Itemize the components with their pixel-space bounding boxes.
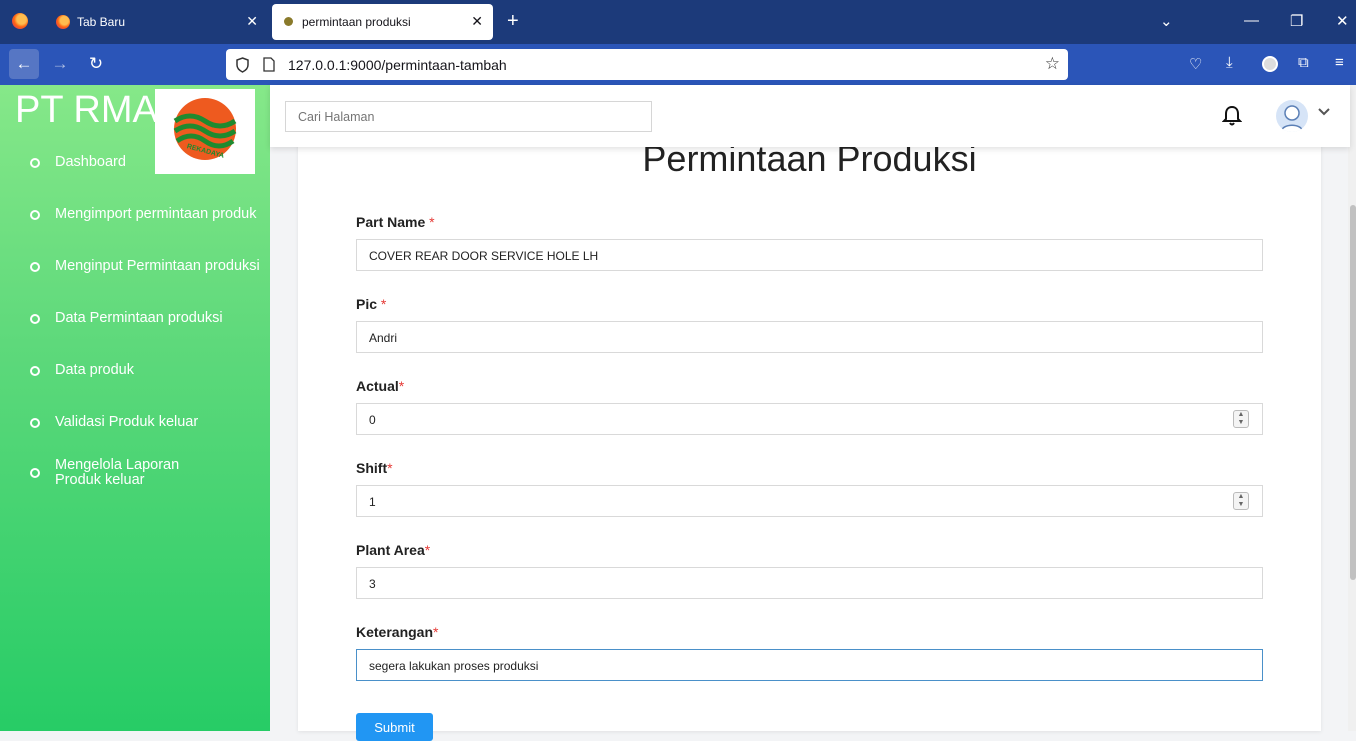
bullet-icon xyxy=(30,468,40,478)
plant-area-label: Plant Area* xyxy=(356,542,431,558)
bell-icon[interactable] xyxy=(1222,105,1242,127)
sidebar-item-validasi[interactable]: Validasi Produk keluar xyxy=(30,414,265,430)
close-tab-icon[interactable]: ✕ xyxy=(246,13,258,30)
shift-value: 1 xyxy=(369,495,376,509)
tab-active[interactable]: permintaan produksi ✕ xyxy=(272,4,493,40)
browser-tab-bar: Tab Baru ✕ permintaan produksi ✕ + ⌄ — ❐… xyxy=(0,0,1356,44)
forward-icon[interactable]: → xyxy=(45,49,75,79)
bullet-icon xyxy=(30,210,40,220)
restore-icon[interactable]: ❐ xyxy=(1290,12,1303,30)
scrollbar-thumb[interactable] xyxy=(1350,205,1356,580)
brand-name: PT RMA xyxy=(15,89,158,131)
part-name-label: Part Name * xyxy=(356,214,435,230)
reload-icon[interactable]: ↻ xyxy=(81,49,111,79)
sidebar-item-label: Data produk xyxy=(55,362,134,378)
account-icon[interactable] xyxy=(1262,56,1278,72)
bullet-icon xyxy=(30,366,40,376)
sidebar-item-label: Data Permintaan produksi xyxy=(55,310,223,326)
pocket-icon[interactable]: ♡ xyxy=(1189,55,1202,73)
new-tab-icon[interactable]: + xyxy=(507,10,519,33)
plant-area-field[interactable]: 3 xyxy=(356,567,1263,599)
sidebar-item-label: Mengelola Laporan Produk keluar xyxy=(55,457,180,488)
page-icon xyxy=(263,57,275,72)
url-bar[interactable]: 127.0.0.1:9000/permintaan-tambah ☆ xyxy=(226,49,1068,80)
number-stepper-icon[interactable]: ▲ ▼ xyxy=(1233,410,1249,428)
favicon-icon xyxy=(284,17,293,26)
shield-icon xyxy=(236,57,249,73)
search-input[interactable] xyxy=(285,101,652,132)
firefox-icon xyxy=(56,15,70,29)
app-header xyxy=(270,85,1350,147)
actual-value: 0 xyxy=(369,413,376,427)
sidebar-item-label: Mengimport permintaan produk xyxy=(55,206,257,222)
form-card: Permintaan Produksi Part Name * COVER RE… xyxy=(298,130,1321,741)
keterangan-field[interactable]: segera lakukan proses produksi xyxy=(356,649,1263,681)
browser-nav-bar: ← → ↻ 127.0.0.1:9000/permintaan-tambah ☆… xyxy=(0,44,1356,85)
tab-new[interactable]: Tab Baru ✕ xyxy=(44,4,268,40)
sidebar-item-label: Menginput Permintaan produksi xyxy=(55,258,260,274)
url-text: 127.0.0.1:9000/permintaan-tambah xyxy=(288,57,507,73)
bullet-icon xyxy=(30,262,40,272)
extensions-icon[interactable]: ⧉ xyxy=(1298,54,1309,71)
sidebar-item-input[interactable]: Menginput Permintaan produksi xyxy=(30,258,265,274)
bullet-icon xyxy=(30,158,40,168)
actual-label: Actual* xyxy=(356,378,405,394)
list-tabs-icon[interactable]: ⌄ xyxy=(1160,12,1173,30)
sidebar-item-dashboard[interactable]: Dashboard xyxy=(30,154,265,170)
close-tab-icon[interactable]: ✕ xyxy=(471,13,483,30)
actual-field[interactable]: 0 ▲ ▼ xyxy=(356,403,1263,435)
tab-title: Tab Baru xyxy=(77,15,126,29)
sidebar-item-data-permintaan[interactable]: Data Permintaan produksi xyxy=(30,310,265,326)
close-window-icon[interactable]: ✕ xyxy=(1336,12,1349,30)
sidebar-item-data-produk[interactable]: Data produk xyxy=(30,362,265,378)
sidebar-item-import[interactable]: Mengimport permintaan produk xyxy=(30,206,265,222)
shift-label: Shift* xyxy=(356,460,393,476)
download-icon[interactable]: ⤓ xyxy=(1226,54,1233,71)
sidebar-item-laporan[interactable]: Mengelola Laporan Produk keluar xyxy=(30,458,210,488)
sidebar: PT RMA REKADAYA Dashboard Mengimport per… xyxy=(0,85,270,731)
pic-label: Pic * xyxy=(356,296,387,312)
sidebar-item-label: Validasi Produk keluar xyxy=(55,414,199,430)
menu-icon[interactable]: ≡ xyxy=(1335,54,1344,71)
submit-button[interactable]: Submit xyxy=(356,713,433,741)
number-stepper-icon[interactable]: ▲ ▼ xyxy=(1233,492,1249,510)
firefox-icon[interactable] xyxy=(12,13,28,29)
shift-field[interactable]: 1 ▲ ▼ xyxy=(356,485,1263,517)
back-icon[interactable]: ← xyxy=(9,49,39,79)
tab-title: permintaan produksi xyxy=(302,15,411,29)
avatar[interactable] xyxy=(1276,100,1308,132)
bullet-icon xyxy=(30,418,40,428)
bullet-icon xyxy=(30,314,40,324)
sidebar-item-label: Dashboard xyxy=(55,154,126,170)
minimize-icon[interactable]: — xyxy=(1244,12,1259,29)
chevron-down-icon[interactable] xyxy=(1318,108,1330,116)
bookmark-star-icon[interactable]: ☆ xyxy=(1045,54,1060,74)
part-name-field[interactable]: COVER REAR DOOR SERVICE HOLE LH xyxy=(356,239,1263,271)
pic-field[interactable]: Andri xyxy=(356,321,1263,353)
keterangan-label: Keterangan* xyxy=(356,624,439,640)
